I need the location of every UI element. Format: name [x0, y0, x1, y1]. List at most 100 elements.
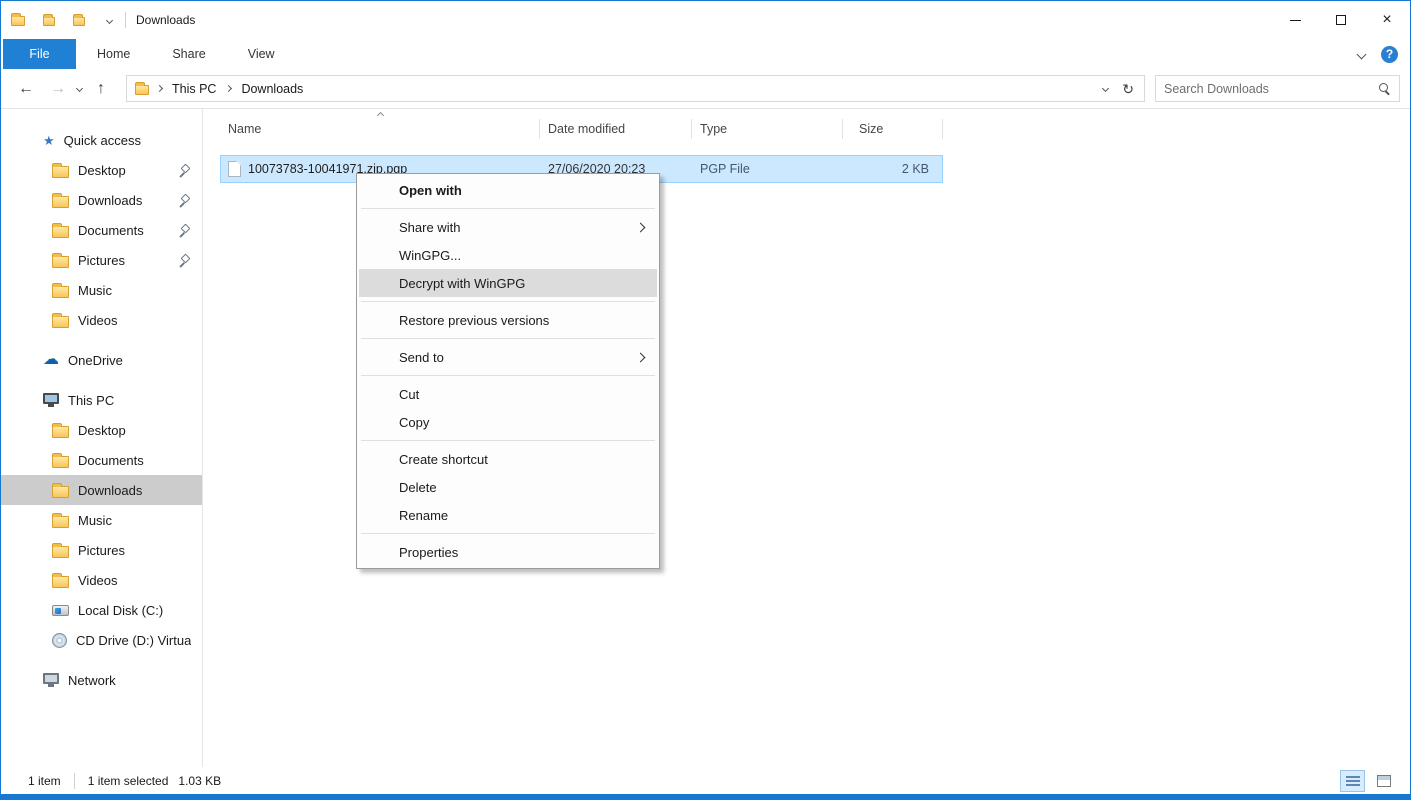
menu-item-create-shortcut[interactable]: Create shortcut: [359, 445, 657, 473]
column-label: Size: [859, 122, 883, 136]
sidebar-item-documents-pinned[interactable]: Documents: [1, 215, 202, 245]
view-toggle-buttons: [1340, 770, 1396, 792]
tab-file[interactable]: File: [3, 39, 76, 69]
minimize-button[interactable]: [1272, 1, 1318, 39]
tab-view[interactable]: View: [227, 39, 296, 69]
breadcrumb-chevron-icon[interactable]: [156, 85, 163, 92]
menu-item-label: Delete: [399, 480, 437, 495]
menu-item-label: Rename: [399, 508, 448, 523]
column-header-size[interactable]: Size: [843, 109, 943, 149]
menu-item-delete[interactable]: Delete: [359, 473, 657, 501]
sidebar-item-desktop-pinned[interactable]: Desktop: [1, 155, 202, 185]
column-header-name[interactable]: Name: [220, 109, 540, 149]
search-box[interactable]: [1155, 75, 1400, 102]
sidebar-item-videos-qa[interactable]: Videos: [1, 305, 202, 335]
menu-item-send-to[interactable]: Send to: [359, 343, 657, 371]
sidebar-item-desktop[interactable]: Desktop: [1, 415, 202, 445]
sidebar-item-pictures-pinned[interactable]: Pictures: [1, 245, 202, 275]
search-icon[interactable]: [1378, 82, 1391, 95]
sidebar-item-this-pc[interactable]: This PC: [1, 385, 202, 415]
search-input[interactable]: [1164, 82, 1372, 96]
close-icon: ×: [1382, 12, 1391, 28]
ribbon-right-controls: ?: [1358, 39, 1410, 69]
sidebar-item-label: This PC: [68, 393, 114, 408]
sidebar-item-label: Downloads: [78, 483, 142, 498]
up-button[interactable]: ↑: [88, 81, 114, 97]
menu-item-copy[interactable]: Copy: [359, 408, 657, 436]
sidebar-item-label: Videos: [78, 573, 118, 588]
menu-separator: [361, 375, 655, 376]
chevron-down-icon: [105, 16, 112, 23]
menu-item-rename[interactable]: Rename: [359, 501, 657, 529]
tab-home[interactable]: Home: [76, 39, 151, 69]
tab-share[interactable]: Share: [151, 39, 226, 69]
sidebar-item-onedrive[interactable]: ☁ OneDrive: [1, 345, 202, 375]
back-button[interactable]: ←: [13, 81, 39, 97]
sidebar-item-pictures[interactable]: Pictures: [1, 535, 202, 565]
sidebar-item-cd-drive-d[interactable]: CD Drive (D:) Virtua: [1, 625, 202, 655]
column-header-date-modified[interactable]: Date modified: [540, 109, 692, 149]
sidebar-item-documents[interactable]: Documents: [1, 445, 202, 475]
close-button[interactable]: ×: [1364, 1, 1410, 39]
qat-properties-button[interactable]: [39, 10, 59, 30]
menu-item-cut[interactable]: Cut: [359, 380, 657, 408]
column-headers: Name Date modified Type Size: [220, 109, 1410, 149]
explorer-window: Downloads × File Home Share View ? ← → ↑…: [1, 1, 1410, 794]
qat-new-folder-button[interactable]: [69, 10, 89, 30]
document-file-icon: [228, 161, 241, 177]
network-icon: [43, 673, 59, 684]
sidebar-item-label: Network: [68, 673, 116, 688]
folder-icon: [52, 516, 69, 528]
folder-icon: [52, 486, 69, 498]
refresh-icon[interactable]: ↻: [1122, 82, 1134, 96]
sidebar-item-label: Music: [78, 283, 112, 298]
sidebar-item-local-disk-c[interactable]: Local Disk (C:): [1, 595, 202, 625]
details-view-button[interactable]: [1340, 770, 1365, 792]
address-bar[interactable]: This PC Downloads ↻: [126, 75, 1145, 102]
menu-item-wingpg[interactable]: WinGPG...: [359, 241, 657, 269]
expand-ribbon-icon[interactable]: [1357, 49, 1367, 59]
sidebar-item-downloads-pinned[interactable]: Downloads: [1, 185, 202, 215]
sidebar-item-label: Music: [78, 513, 112, 528]
explorer-app-icon: [11, 16, 25, 26]
column-label: Name: [228, 122, 261, 136]
folder-icon: [52, 456, 69, 468]
large-icons-view-button[interactable]: [1371, 770, 1396, 792]
forward-button[interactable]: →: [45, 81, 71, 97]
maximize-button[interactable]: [1318, 1, 1364, 39]
sidebar-item-quick-access[interactable]: ★ Quick access: [1, 125, 202, 155]
column-header-type[interactable]: Type: [692, 109, 843, 149]
sidebar-item-label: Documents: [78, 453, 144, 468]
computer-icon: [43, 393, 59, 404]
address-dropdown-icon[interactable]: [1102, 85, 1109, 92]
breadcrumb-chevron-icon[interactable]: [225, 85, 232, 92]
menu-item-properties[interactable]: Properties: [359, 538, 657, 566]
large-icons-view-icon: [1377, 775, 1391, 787]
sidebar-item-music-qa[interactable]: Music: [1, 275, 202, 305]
explorer-screenshot: { "window": { "title": "Downloads" }, "i…: [0, 0, 1411, 800]
menu-item-label: WinGPG...: [399, 248, 461, 263]
qat-customize-dropdown[interactable]: [99, 10, 119, 30]
help-icon[interactable]: ?: [1381, 46, 1398, 63]
folder-icon: [52, 226, 69, 238]
sidebar-item-network[interactable]: Network: [1, 665, 202, 695]
hard-drive-icon: [52, 605, 69, 616]
menu-item-restore-previous-versions[interactable]: Restore previous versions: [359, 306, 657, 334]
menu-item-share-with[interactable]: Share with: [359, 213, 657, 241]
breadcrumb-downloads[interactable]: Downloads: [239, 82, 305, 96]
menu-item-open-with[interactable]: Open with: [359, 176, 657, 204]
sidebar-item-label: Videos: [78, 313, 118, 328]
sidebar-item-videos[interactable]: Videos: [1, 565, 202, 595]
status-bar: 1 item 1 item selected 1.03 KB: [1, 767, 1410, 794]
pin-icon: [179, 254, 191, 266]
sidebar-item-music[interactable]: Music: [1, 505, 202, 535]
submenu-arrow-icon: [636, 222, 646, 232]
titlebar-separator: [125, 12, 126, 28]
title-bar: Downloads ×: [1, 1, 1410, 39]
menu-item-decrypt-with-wingpg[interactable]: Decrypt with WinGPG: [359, 269, 657, 297]
recent-locations-dropdown-icon[interactable]: [76, 85, 83, 92]
folder-icon: [52, 546, 69, 558]
breadcrumb-this-pc[interactable]: This PC: [170, 82, 218, 96]
sidebar-item-downloads-selected[interactable]: Downloads: [1, 475, 202, 505]
sidebar-item-label: Pictures: [78, 543, 125, 558]
